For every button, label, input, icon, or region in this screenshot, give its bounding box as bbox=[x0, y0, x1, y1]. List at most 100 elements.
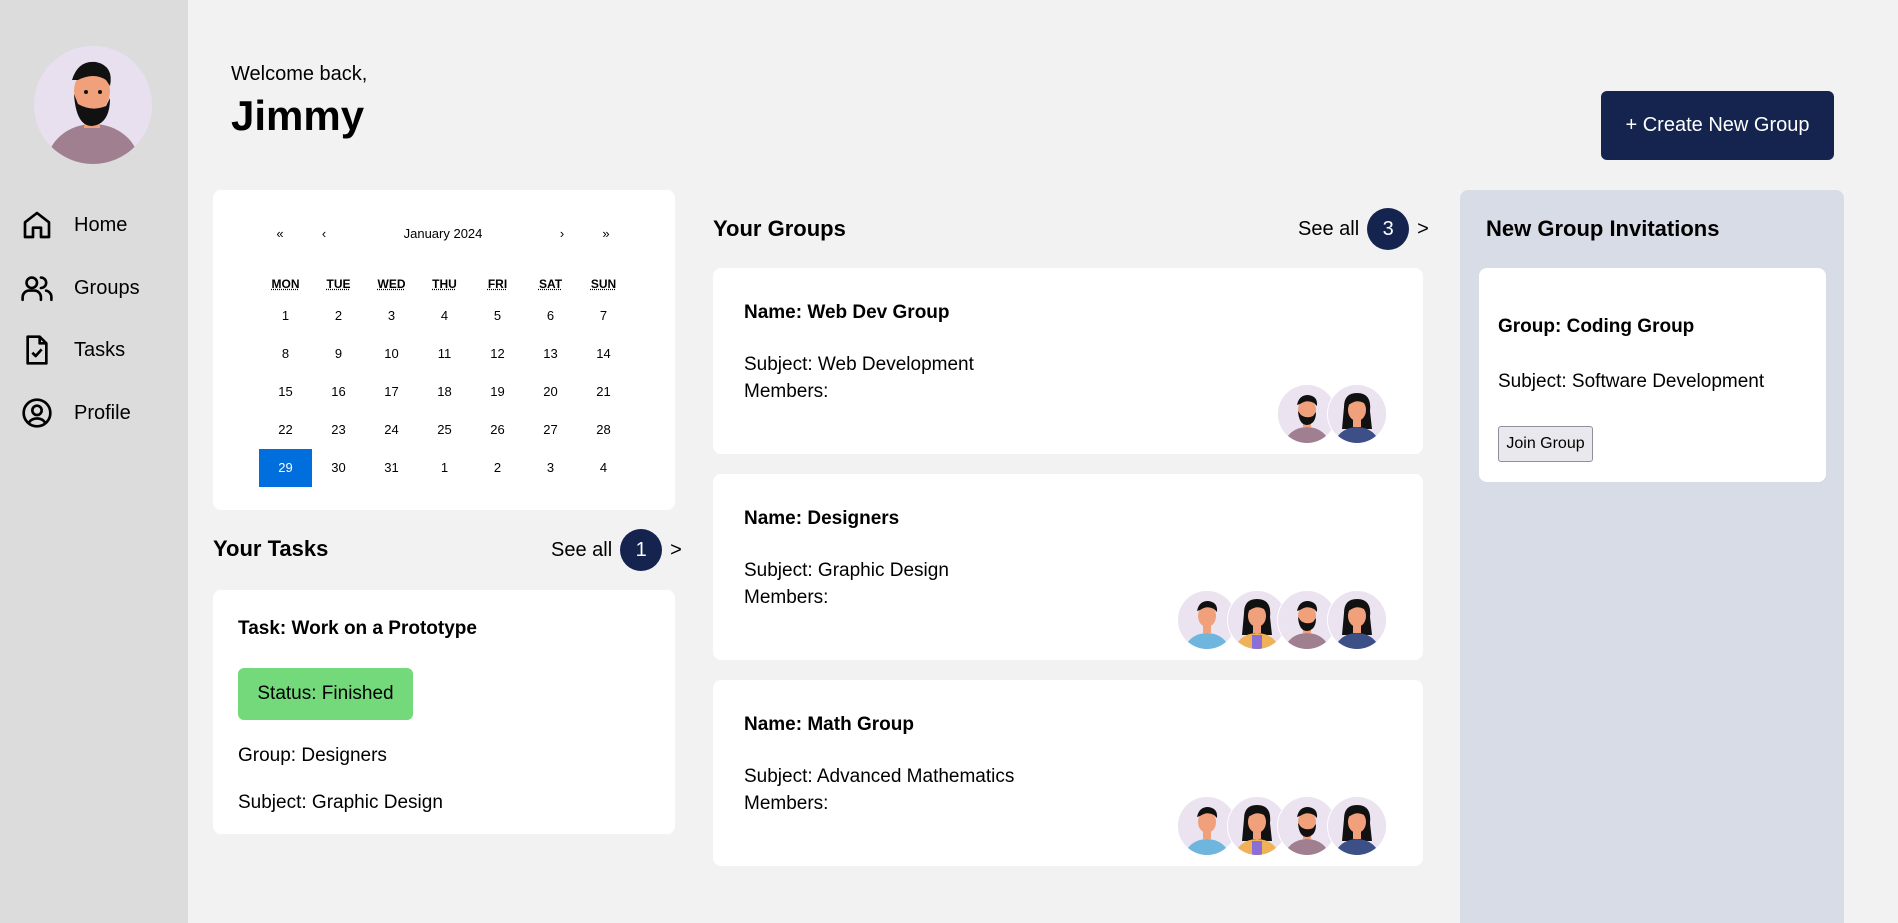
members-avatars bbox=[1277, 384, 1387, 444]
calendar-day[interactable]: 27 bbox=[524, 411, 577, 449]
home-icon bbox=[20, 208, 54, 242]
calendar-day[interactable]: 23 bbox=[312, 411, 365, 449]
calendar-day[interactable]: 28 bbox=[577, 411, 630, 449]
bearded-man-avatar-icon bbox=[34, 46, 152, 164]
task-file-icon bbox=[20, 333, 54, 367]
calendar-day[interactable]: 8 bbox=[259, 335, 312, 373]
calendar-day[interactable]: 19 bbox=[471, 373, 524, 411]
invitation-group-name: Group: Coding Group bbox=[1498, 316, 1695, 337]
calendar-weekday: SUN bbox=[590, 277, 617, 291]
calendar-weekday: THU bbox=[432, 277, 457, 291]
calendar-day[interactable]: 12 bbox=[471, 335, 524, 373]
woman-dark-hair-avatar-icon bbox=[1327, 590, 1387, 650]
calendar-day[interactable]: 26 bbox=[471, 411, 524, 449]
calendar-day[interactable]: 11 bbox=[418, 335, 471, 373]
calendar-day[interactable]: 14 bbox=[577, 335, 630, 373]
calendar-day[interactable]: 13 bbox=[524, 335, 577, 373]
calendar-day[interactable]: 1 bbox=[259, 297, 312, 335]
welcome-text: Welcome back, bbox=[231, 63, 368, 85]
calendar-day[interactable]: 3 bbox=[524, 449, 577, 487]
calendar-day[interactable]: 9 bbox=[312, 335, 365, 373]
group-card[interactable]: Name: Web Dev Group Subject: Web Develop… bbox=[713, 268, 1423, 454]
sidebar: Home Groups Tasks Profile bbox=[0, 0, 188, 923]
invitation-subject: Subject: Software Development bbox=[1498, 371, 1765, 392]
calendar-day[interactable]: 18 bbox=[418, 373, 471, 411]
tasks-see-all-link[interactable]: See all 1 > bbox=[551, 529, 682, 571]
nav-profile[interactable]: Profile bbox=[20, 393, 180, 433]
calendar-day[interactable]: 4 bbox=[418, 297, 471, 335]
calendar-prev-month-button[interactable]: ‹ bbox=[314, 226, 334, 241]
calendar-day[interactable]: 3 bbox=[365, 297, 418, 335]
calendar-day[interactable]: 10 bbox=[365, 335, 418, 373]
calendar-day[interactable]: 15 bbox=[259, 373, 312, 411]
group-members-label: Members: bbox=[744, 793, 829, 814]
calendar-day[interactable]: 16 bbox=[312, 373, 365, 411]
group-subject: Subject: Advanced Mathematics bbox=[744, 766, 1015, 787]
user-name: Jimmy bbox=[231, 92, 365, 139]
task-card[interactable]: Task: Work on a Prototype Status: Finish… bbox=[213, 590, 675, 834]
group-card[interactable]: Name: Math Group Subject: Advanced Mathe… bbox=[713, 680, 1423, 866]
task-subject: Subject: Graphic Design bbox=[238, 792, 443, 813]
calendar-day[interactable]: 29 bbox=[259, 449, 312, 487]
nav-groups[interactable]: Groups bbox=[20, 268, 180, 308]
calendar-day[interactable]: 4 bbox=[577, 449, 630, 487]
group-subject: Subject: Graphic Design bbox=[744, 560, 949, 581]
users-icon bbox=[20, 271, 54, 305]
calendar-day[interactable]: 22 bbox=[259, 411, 312, 449]
groups-count-badge: 3 bbox=[1367, 208, 1410, 250]
chevron-right-icon: > bbox=[1417, 217, 1429, 240]
task-title: Task: Work on a Prototype bbox=[238, 618, 477, 639]
invitations-title: New Group Invitations bbox=[1486, 216, 1720, 241]
join-group-button[interactable]: Join Group bbox=[1498, 426, 1593, 462]
see-all-label: See all bbox=[551, 538, 613, 561]
woman-dark-hair-avatar-icon bbox=[1327, 796, 1387, 856]
see-all-label: See all bbox=[1298, 217, 1360, 240]
calendar-month-label[interactable]: January 2024 bbox=[388, 226, 498, 241]
tasks-count-badge: 1 bbox=[620, 529, 663, 571]
calendar-day[interactable]: 2 bbox=[312, 297, 365, 335]
nav-home-label: Home bbox=[74, 213, 128, 236]
calendar-prev-year-button[interactable]: « bbox=[270, 226, 290, 241]
calendar-day[interactable]: 1 bbox=[418, 449, 471, 487]
invitations-panel: New Group Invitations Group: Coding Grou… bbox=[1460, 190, 1844, 923]
calendar-day[interactable]: 25 bbox=[418, 411, 471, 449]
nav-tasks-label: Tasks bbox=[74, 338, 126, 361]
calendar: « ‹ January 2024 › » MON TUE WED THU FRI SAT S… bbox=[213, 190, 675, 510]
calendar-day[interactable]: 6 bbox=[524, 297, 577, 335]
calendar-day[interactable]: 31 bbox=[365, 449, 418, 487]
nav-home[interactable]: Home bbox=[20, 205, 180, 245]
group-name: Name: Math Group bbox=[744, 714, 914, 735]
members-avatars bbox=[1177, 590, 1387, 650]
group-members-label: Members: bbox=[744, 381, 829, 402]
create-new-group-button[interactable]: + Create New Group bbox=[1601, 91, 1834, 160]
calendar-day[interactable]: 17 bbox=[365, 373, 418, 411]
calendar-weekday: MON bbox=[271, 277, 300, 291]
task-group: Group: Designers bbox=[238, 745, 387, 766]
groups-section-title: Your Groups bbox=[713, 216, 846, 241]
group-members-label: Members: bbox=[744, 587, 829, 608]
calendar-next-month-button[interactable]: › bbox=[552, 226, 572, 241]
groups-see-all-link[interactable]: See all 3 > bbox=[1298, 208, 1429, 250]
calendar-day[interactable]: 30 bbox=[312, 449, 365, 487]
tasks-section-title: Your Tasks bbox=[213, 536, 329, 561]
calendar-day[interactable]: 21 bbox=[577, 373, 630, 411]
calendar-day[interactable]: 20 bbox=[524, 373, 577, 411]
calendar-weekday: TUE bbox=[326, 277, 351, 291]
calendar-next-year-button[interactable]: » bbox=[596, 226, 616, 241]
nav-tasks[interactable]: Tasks bbox=[20, 330, 180, 370]
calendar-weekday: SAT bbox=[538, 277, 563, 291]
nav-profile-label: Profile bbox=[74, 401, 131, 424]
members-avatars bbox=[1177, 796, 1387, 856]
woman-dark-hair-avatar-icon bbox=[1327, 384, 1387, 444]
group-card[interactable]: Name: Designers Subject: Graphic Design … bbox=[713, 474, 1423, 660]
calendar-day[interactable]: 5 bbox=[471, 297, 524, 335]
calendar-weekday: FRI bbox=[487, 277, 508, 291]
calendar-day[interactable]: 7 bbox=[577, 297, 630, 335]
calendar-day[interactable]: 24 bbox=[365, 411, 418, 449]
group-subject: Subject: Web Development bbox=[744, 354, 974, 375]
nav-groups-label: Groups bbox=[74, 276, 140, 299]
profile-avatar[interactable] bbox=[34, 46, 152, 164]
calendar-day[interactable]: 2 bbox=[471, 449, 524, 487]
group-name: Name: Designers bbox=[744, 508, 900, 529]
status-badge: Status: Finished bbox=[238, 668, 413, 720]
